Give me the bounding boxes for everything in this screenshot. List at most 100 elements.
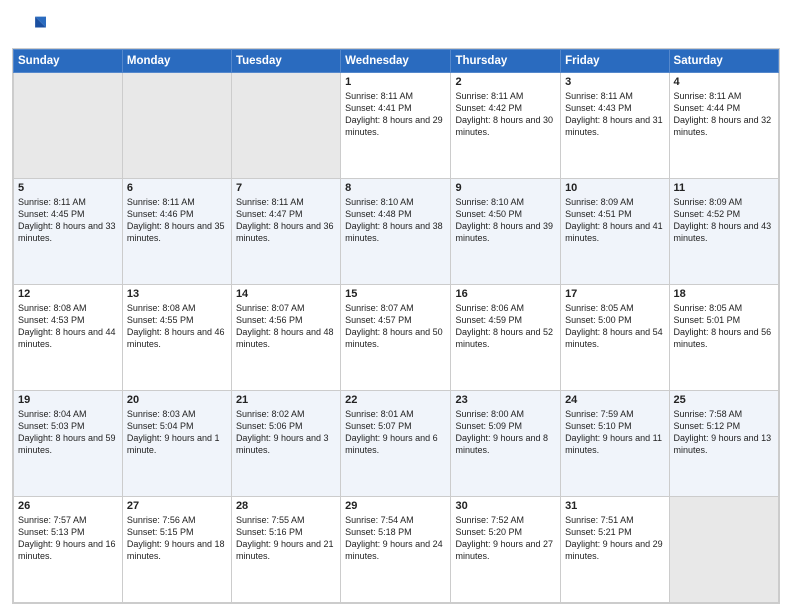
calendar-cell: 17 Sunrise: 8:05 AMSunset: 5:00 PMDaylig… xyxy=(561,285,669,391)
day-number: 14 xyxy=(236,288,336,300)
day-info: Sunrise: 7:52 AMSunset: 5:20 PMDaylight:… xyxy=(455,515,553,561)
logo xyxy=(18,12,50,40)
calendar-cell: 22 Sunrise: 8:01 AMSunset: 5:07 PMDaylig… xyxy=(341,391,451,497)
day-info: Sunrise: 8:06 AMSunset: 4:59 PMDaylight:… xyxy=(455,303,553,349)
calendar-cell: 1 Sunrise: 8:11 AMSunset: 4:41 PMDayligh… xyxy=(341,73,451,179)
calendar-cell: 18 Sunrise: 8:05 AMSunset: 5:01 PMDaylig… xyxy=(669,285,778,391)
day-number: 6 xyxy=(127,182,227,194)
calendar-cell: 21 Sunrise: 8:02 AMSunset: 5:06 PMDaylig… xyxy=(231,391,340,497)
day-info: Sunrise: 8:04 AMSunset: 5:03 PMDaylight:… xyxy=(18,409,116,455)
day-info: Sunrise: 8:11 AMSunset: 4:44 PMDaylight:… xyxy=(674,91,772,137)
page: SundayMondayTuesdayWednesdayThursdayFrid… xyxy=(0,0,792,612)
calendar-cell: 24 Sunrise: 7:59 AMSunset: 5:10 PMDaylig… xyxy=(561,391,669,497)
calendar-cell xyxy=(14,73,123,179)
calendar-cell: 14 Sunrise: 8:07 AMSunset: 4:56 PMDaylig… xyxy=(231,285,340,391)
day-number: 20 xyxy=(127,394,227,406)
calendar-cell: 20 Sunrise: 8:03 AMSunset: 5:04 PMDaylig… xyxy=(122,391,231,497)
calendar-cell xyxy=(122,73,231,179)
calendar-cell: 15 Sunrise: 8:07 AMSunset: 4:57 PMDaylig… xyxy=(341,285,451,391)
day-info: Sunrise: 8:00 AMSunset: 5:09 PMDaylight:… xyxy=(455,409,548,455)
day-info: Sunrise: 8:10 AMSunset: 4:48 PMDaylight:… xyxy=(345,197,443,243)
day-info: Sunrise: 8:11 AMSunset: 4:43 PMDaylight:… xyxy=(565,91,663,137)
day-number: 12 xyxy=(18,288,118,300)
day-info: Sunrise: 8:01 AMSunset: 5:07 PMDaylight:… xyxy=(345,409,438,455)
day-number: 26 xyxy=(18,500,118,512)
calendar-cell: 8 Sunrise: 8:10 AMSunset: 4:48 PMDayligh… xyxy=(341,179,451,285)
calendar-cell: 28 Sunrise: 7:55 AMSunset: 5:16 PMDaylig… xyxy=(231,497,340,603)
day-number: 17 xyxy=(565,288,664,300)
calendar-cell: 11 Sunrise: 8:09 AMSunset: 4:52 PMDaylig… xyxy=(669,179,778,285)
day-info: Sunrise: 7:54 AMSunset: 5:18 PMDaylight:… xyxy=(345,515,443,561)
day-number: 24 xyxy=(565,394,664,406)
day-number: 5 xyxy=(18,182,118,194)
day-info: Sunrise: 8:09 AMSunset: 4:51 PMDaylight:… xyxy=(565,197,663,243)
day-number: 27 xyxy=(127,500,227,512)
calendar-week-row: 5 Sunrise: 8:11 AMSunset: 4:45 PMDayligh… xyxy=(14,179,779,285)
day-info: Sunrise: 8:07 AMSunset: 4:56 PMDaylight:… xyxy=(236,303,334,349)
day-number: 1 xyxy=(345,76,446,88)
calendar-cell: 5 Sunrise: 8:11 AMSunset: 4:45 PMDayligh… xyxy=(14,179,123,285)
day-info: Sunrise: 8:09 AMSunset: 4:52 PMDaylight:… xyxy=(674,197,772,243)
day-info: Sunrise: 8:08 AMSunset: 4:53 PMDaylight:… xyxy=(18,303,116,349)
day-info: Sunrise: 8:07 AMSunset: 4:57 PMDaylight:… xyxy=(345,303,443,349)
day-number: 9 xyxy=(455,182,556,194)
weekday-header: Monday xyxy=(122,50,231,73)
day-info: Sunrise: 8:08 AMSunset: 4:55 PMDaylight:… xyxy=(127,303,225,349)
day-info: Sunrise: 7:51 AMSunset: 5:21 PMDaylight:… xyxy=(565,515,663,561)
day-number: 31 xyxy=(565,500,664,512)
day-number: 30 xyxy=(455,500,556,512)
day-info: Sunrise: 7:56 AMSunset: 5:15 PMDaylight:… xyxy=(127,515,225,561)
calendar-week-row: 19 Sunrise: 8:04 AMSunset: 5:03 PMDaylig… xyxy=(14,391,779,497)
day-number: 23 xyxy=(455,394,556,406)
day-number: 3 xyxy=(565,76,664,88)
day-info: Sunrise: 7:57 AMSunset: 5:13 PMDaylight:… xyxy=(18,515,116,561)
day-number: 11 xyxy=(674,182,774,194)
day-info: Sunrise: 8:05 AMSunset: 5:01 PMDaylight:… xyxy=(674,303,772,349)
calendar-cell: 9 Sunrise: 8:10 AMSunset: 4:50 PMDayligh… xyxy=(451,179,561,285)
calendar-cell: 29 Sunrise: 7:54 AMSunset: 5:18 PMDaylig… xyxy=(341,497,451,603)
weekday-header: Wednesday xyxy=(341,50,451,73)
day-info: Sunrise: 7:59 AMSunset: 5:10 PMDaylight:… xyxy=(565,409,662,455)
day-info: Sunrise: 8:11 AMSunset: 4:42 PMDaylight:… xyxy=(455,91,553,137)
calendar-cell: 31 Sunrise: 7:51 AMSunset: 5:21 PMDaylig… xyxy=(561,497,669,603)
calendar-header: SundayMondayTuesdayWednesdayThursdayFrid… xyxy=(14,50,779,73)
day-info: Sunrise: 8:11 AMSunset: 4:45 PMDaylight:… xyxy=(18,197,116,243)
day-number: 10 xyxy=(565,182,664,194)
calendar-cell: 7 Sunrise: 8:11 AMSunset: 4:47 PMDayligh… xyxy=(231,179,340,285)
calendar-cell: 2 Sunrise: 8:11 AMSunset: 4:42 PMDayligh… xyxy=(451,73,561,179)
day-number: 7 xyxy=(236,182,336,194)
day-number: 18 xyxy=(674,288,774,300)
day-info: Sunrise: 7:55 AMSunset: 5:16 PMDaylight:… xyxy=(236,515,334,561)
day-info: Sunrise: 8:11 AMSunset: 4:41 PMDaylight:… xyxy=(345,91,443,137)
calendar-cell: 26 Sunrise: 7:57 AMSunset: 5:13 PMDaylig… xyxy=(14,497,123,603)
calendar-cell: 4 Sunrise: 8:11 AMSunset: 4:44 PMDayligh… xyxy=(669,73,778,179)
day-info: Sunrise: 8:03 AMSunset: 5:04 PMDaylight:… xyxy=(127,409,220,455)
day-number: 16 xyxy=(455,288,556,300)
day-number: 19 xyxy=(18,394,118,406)
day-number: 15 xyxy=(345,288,446,300)
calendar-table: SundayMondayTuesdayWednesdayThursdayFrid… xyxy=(13,49,779,603)
day-number: 21 xyxy=(236,394,336,406)
header xyxy=(0,0,792,48)
calendar-week-row: 12 Sunrise: 8:08 AMSunset: 4:53 PMDaylig… xyxy=(14,285,779,391)
calendar-cell: 3 Sunrise: 8:11 AMSunset: 4:43 PMDayligh… xyxy=(561,73,669,179)
calendar-cell xyxy=(231,73,340,179)
calendar-cell xyxy=(669,497,778,603)
day-number: 13 xyxy=(127,288,227,300)
day-number: 8 xyxy=(345,182,446,194)
calendar: SundayMondayTuesdayWednesdayThursdayFrid… xyxy=(12,48,780,604)
day-info: Sunrise: 7:58 AMSunset: 5:12 PMDaylight:… xyxy=(674,409,772,455)
calendar-body: 1 Sunrise: 8:11 AMSunset: 4:41 PMDayligh… xyxy=(14,73,779,603)
weekday-header: Thursday xyxy=(451,50,561,73)
calendar-cell: 12 Sunrise: 8:08 AMSunset: 4:53 PMDaylig… xyxy=(14,285,123,391)
calendar-cell: 27 Sunrise: 7:56 AMSunset: 5:15 PMDaylig… xyxy=(122,497,231,603)
calendar-cell: 10 Sunrise: 8:09 AMSunset: 4:51 PMDaylig… xyxy=(561,179,669,285)
day-info: Sunrise: 8:10 AMSunset: 4:50 PMDaylight:… xyxy=(455,197,553,243)
weekday-row: SundayMondayTuesdayWednesdayThursdayFrid… xyxy=(14,50,779,73)
calendar-cell: 13 Sunrise: 8:08 AMSunset: 4:55 PMDaylig… xyxy=(122,285,231,391)
day-number: 2 xyxy=(455,76,556,88)
weekday-header: Friday xyxy=(561,50,669,73)
weekday-header: Saturday xyxy=(669,50,778,73)
day-number: 28 xyxy=(236,500,336,512)
day-number: 25 xyxy=(674,394,774,406)
